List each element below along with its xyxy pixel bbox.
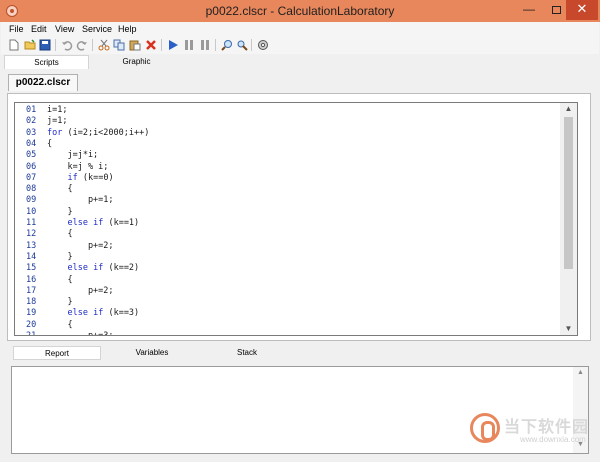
menu-service[interactable]: Service bbox=[82, 24, 112, 34]
title-bar: p0022.clscr - CalculationLaboratory — ✕ bbox=[0, 0, 600, 22]
code-text: j=j*i; bbox=[47, 150, 99, 161]
tab-variables[interactable]: Variables bbox=[108, 346, 196, 360]
window-title: p0022.clscr - CalculationLaboratory bbox=[205, 4, 395, 18]
line-number: 07 bbox=[26, 172, 37, 183]
line-number: 11 bbox=[26, 218, 37, 228]
output-scroll-up-icon[interactable]: ▲ bbox=[573, 369, 588, 376]
line-number: 10 bbox=[26, 206, 37, 217]
pause-icon[interactable] bbox=[183, 39, 195, 51]
toolbar-separator bbox=[161, 39, 162, 51]
code-text: { bbox=[47, 184, 73, 195]
line-number: 18 bbox=[26, 297, 37, 308]
new-file-icon[interactable] bbox=[8, 39, 20, 51]
scroll-up-icon[interactable]: ▲ bbox=[560, 103, 577, 115]
save-icon[interactable] bbox=[39, 39, 51, 51]
code-text: else if (k==3) bbox=[67, 308, 140, 319]
toolbar-separator bbox=[92, 39, 93, 51]
menu-view[interactable]: View bbox=[55, 24, 74, 34]
code-text: { bbox=[47, 229, 73, 240]
code-text: { bbox=[47, 274, 73, 285]
replace-icon[interactable] bbox=[236, 39, 248, 51]
minimize-button[interactable]: — bbox=[516, 0, 542, 20]
line-number: 04 bbox=[26, 138, 37, 149]
copy-icon[interactable] bbox=[113, 39, 125, 51]
code-text: } bbox=[47, 297, 73, 308]
line-number: 01 bbox=[26, 105, 37, 115]
maximize-icon bbox=[551, 6, 561, 14]
code-text: { bbox=[47, 319, 73, 330]
line-number: 06 bbox=[26, 161, 37, 172]
code-text: k=j % i; bbox=[47, 161, 109, 172]
menu-edit[interactable]: Edit bbox=[31, 24, 47, 34]
line-number: 15 bbox=[26, 263, 37, 274]
watermark-url: www.downxia.com bbox=[520, 435, 586, 444]
line-number: 09 bbox=[26, 195, 37, 206]
delete-icon[interactable] bbox=[145, 39, 157, 51]
line-number: 17 bbox=[26, 285, 37, 296]
code-text: { bbox=[47, 138, 53, 149]
line-number: 21 bbox=[26, 331, 37, 336]
line-number: 16 bbox=[26, 274, 37, 285]
scroll-down-icon[interactable]: ▼ bbox=[560, 323, 577, 335]
code-text: if (k==0) bbox=[67, 172, 114, 183]
tab-stack[interactable]: Stack bbox=[203, 346, 291, 360]
line-number: 12 bbox=[26, 229, 37, 240]
code-text: p+=2; bbox=[47, 240, 114, 251]
top-tab-strip: Scripts Graphic bbox=[1, 54, 599, 70]
code-editor[interactable]: 01 i=1; 02 j=1; 03 for (i=2;i<2000;i++) 04{05 … bbox=[14, 102, 578, 336]
watermark: 当下软件园 www.downxia.com bbox=[470, 405, 598, 457]
find-icon[interactable] bbox=[221, 39, 233, 51]
watermark-logo-icon bbox=[470, 413, 500, 443]
line-number: 02 bbox=[26, 116, 37, 127]
bottom-tab-strip: Report Variables Stack bbox=[1, 346, 599, 362]
settings-icon[interactable] bbox=[257, 39, 269, 51]
toolbar-separator bbox=[55, 39, 56, 51]
tab-report[interactable]: Report bbox=[13, 346, 101, 360]
tab-scripts[interactable]: Scripts bbox=[4, 55, 89, 69]
line-number: 05 bbox=[26, 150, 37, 161]
code-text: for (i=2;i<2000;i++) bbox=[47, 127, 150, 138]
toolbar-separator bbox=[215, 39, 216, 51]
line-number: 20 bbox=[26, 319, 37, 330]
cut-icon[interactable] bbox=[98, 39, 110, 51]
menu-file[interactable]: File bbox=[9, 24, 24, 34]
code-text: } bbox=[47, 206, 73, 217]
toolbar-separator bbox=[251, 39, 252, 51]
line-number: 19 bbox=[26, 308, 37, 319]
menu-help[interactable]: Help bbox=[118, 24, 137, 34]
pause-2-icon[interactable] bbox=[199, 39, 211, 51]
code-text: else if (k==2) bbox=[67, 263, 140, 274]
line-number: 14 bbox=[26, 251, 37, 262]
redo-icon[interactable] bbox=[76, 39, 88, 51]
line-number: 13 bbox=[26, 240, 37, 251]
code-text: p+=2; bbox=[47, 285, 114, 296]
editor-panel: 01 i=1; 02 j=1; 03 for (i=2;i<2000;i++) 04{05 … bbox=[7, 93, 591, 341]
code-text: p+=3; bbox=[47, 331, 114, 336]
code-text: j=1; bbox=[47, 116, 68, 127]
code-text: } bbox=[47, 251, 73, 262]
code-text: else if (k==1) bbox=[67, 218, 140, 228]
editor-scrollbar[interactable]: ▲ ▼ bbox=[560, 103, 577, 335]
code-text: p+=1; bbox=[47, 195, 114, 206]
menu-bar: File Edit View Service Help bbox=[1, 22, 599, 36]
code-text: i=1; bbox=[47, 105, 68, 115]
scroll-thumb[interactable] bbox=[564, 117, 573, 269]
undo-icon[interactable] bbox=[61, 39, 73, 51]
run-icon[interactable] bbox=[167, 39, 179, 51]
open-folder-icon[interactable] bbox=[24, 39, 36, 51]
line-number: 08 bbox=[26, 184, 37, 195]
watermark-text: 当下软件园 bbox=[504, 419, 590, 436]
toolbar bbox=[1, 36, 599, 54]
paste-icon[interactable] bbox=[129, 39, 141, 51]
line-number: 03 bbox=[26, 127, 37, 138]
tab-graphic[interactable]: Graphic bbox=[94, 55, 179, 69]
file-tab[interactable]: p0022.clscr bbox=[8, 74, 78, 91]
close-button[interactable]: ✕ bbox=[566, 0, 598, 20]
